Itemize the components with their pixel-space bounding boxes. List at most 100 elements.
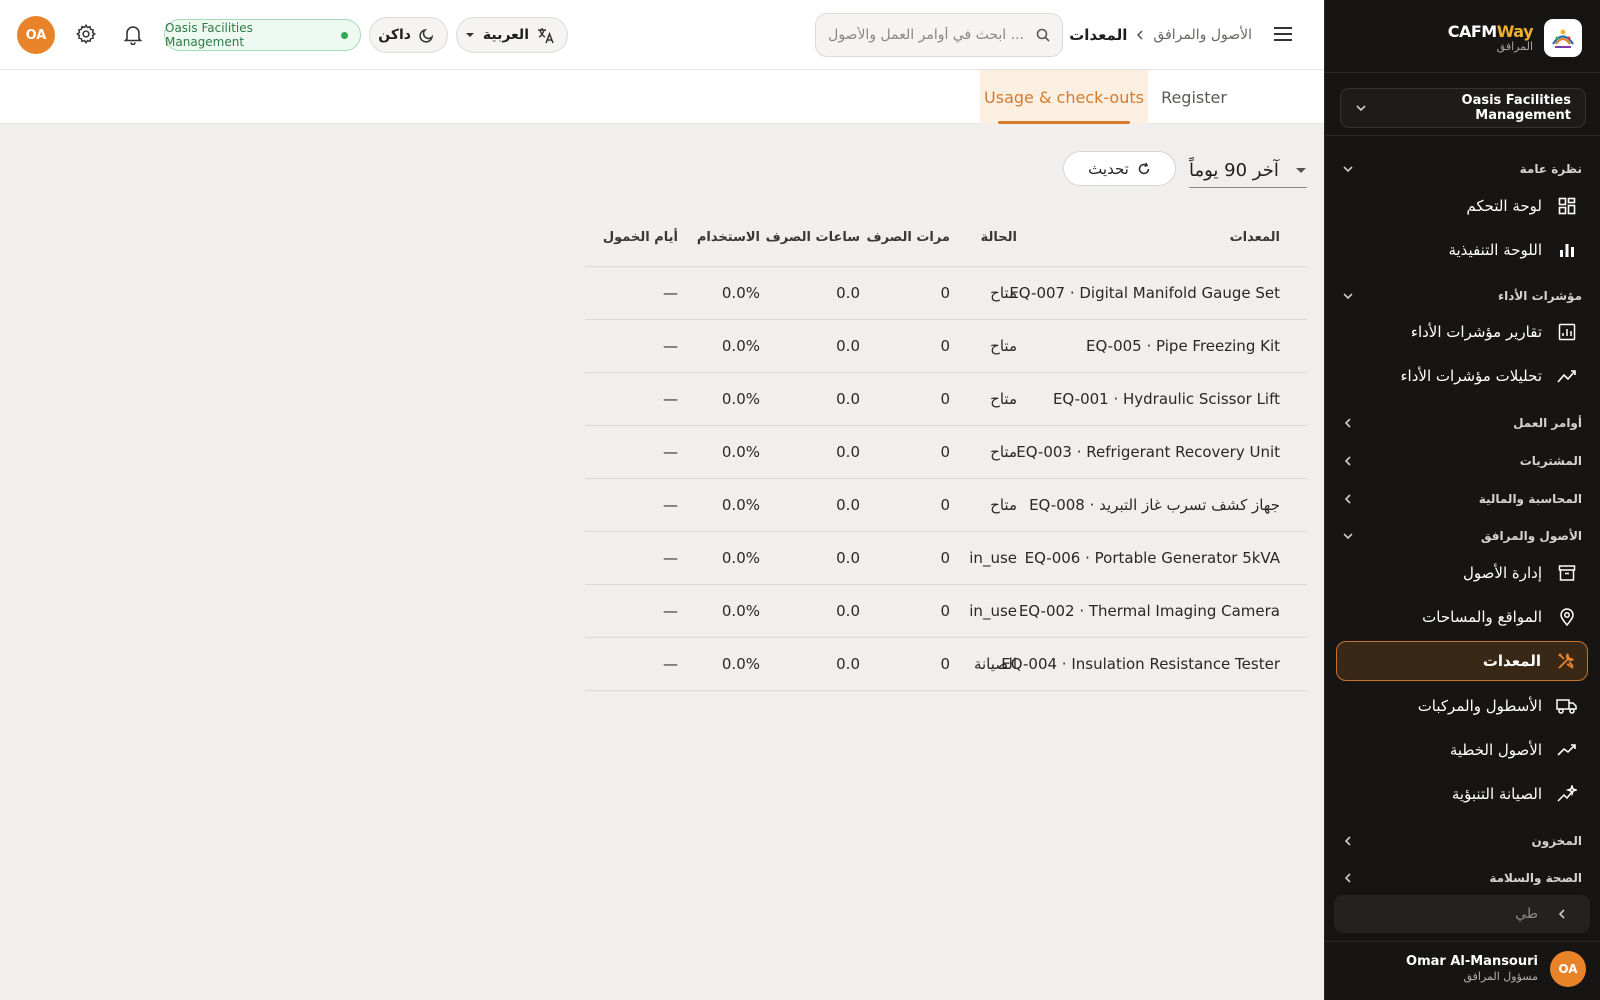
sidebar-section-assets[interactable]: الأصول والمرافق [1342, 524, 1582, 548]
trend-line-icon [1556, 739, 1578, 761]
cell-status: متاح [990, 337, 1017, 355]
cell-equipment: EQ-003 · Refrigerant Recovery Unit [1016, 443, 1280, 461]
avatar: OA [1550, 951, 1586, 987]
sidebar-section-finance[interactable]: المحاسبة والمالية [1342, 487, 1582, 511]
brand[interactable]: CAFMWay المرافق [1448, 19, 1582, 57]
cell-utilization: 0.0% [721, 655, 760, 673]
table-row[interactable]: EQ-003 · Refrigerant Recovery Unit متاح 0 0… [585, 426, 1307, 479]
period-select[interactable]: آخر 90 يوماً [1189, 154, 1307, 188]
user-profile[interactable]: OA Omar Al-Mansouri مسؤول المرافق [1406, 951, 1586, 987]
column-header-idle-days[interactable]: أيام الخمول [603, 208, 678, 266]
table-row[interactable]: EQ-005 · Pipe Freezing Kit متاح 0 0.0 0.0% — [585, 320, 1307, 373]
chevron-left-icon [1342, 493, 1354, 505]
chevron-left-icon [1342, 872, 1354, 884]
sidebar-divider [1324, 72, 1600, 73]
column-header-equipment[interactable]: المعدات [1230, 208, 1280, 266]
sidebar: CAFMWay المرافق Oasis Facilities Managem… [1324, 0, 1600, 1000]
sidebar-item-dashboard[interactable]: لوحة التحكم [1336, 186, 1588, 226]
cell-checkout-count: 0 [940, 496, 950, 514]
dashboard-icon [1556, 195, 1578, 217]
chevron-down-icon [1355, 102, 1367, 114]
cell-utilization: 0.0% [721, 390, 760, 408]
chevron-left-icon [1342, 455, 1354, 467]
cell-status: متاح [990, 443, 1017, 461]
report-chart-icon [1556, 321, 1578, 343]
bar-chart-icon [1556, 239, 1578, 261]
cell-idle-days: — [663, 337, 678, 355]
cell-checkout-count: 0 [940, 655, 950, 673]
chevron-left-icon [1556, 908, 1568, 920]
sidebar-item-kpi-reports[interactable]: تقارير مؤشرات الأداء [1336, 312, 1588, 352]
column-header-checkout-hours[interactable]: ساعات الصرف [766, 208, 860, 266]
table-row[interactable]: EQ-006 · Portable Generator 5kVA in_use 0 0… [585, 532, 1307, 585]
cell-status: الصيانة [973, 655, 1017, 673]
refresh-label: تحديث [1088, 159, 1129, 178]
cell-checkout-hours: 0.0 [836, 443, 860, 461]
org-select[interactable]: Oasis Facilities Management [1340, 88, 1586, 128]
tab-register[interactable]: Register [1148, 70, 1240, 124]
language-selector[interactable]: العربية [456, 17, 568, 53]
cell-utilization: 0.0% [721, 337, 760, 355]
chevron-down-icon [1342, 530, 1354, 542]
gear-icon[interactable] [75, 23, 99, 47]
sidebar-item-equipment[interactable]: المعدات [1336, 641, 1588, 681]
sidebar-item-kpi-analytics[interactable]: تحليلات مؤشرات الأداء [1336, 356, 1588, 396]
translate-icon [537, 26, 555, 44]
cell-checkout-count: 0 [940, 443, 950, 461]
user-role: مسؤول المرافق [1463, 970, 1538, 983]
avatar[interactable]: OA [17, 16, 55, 54]
cell-equipment: EQ-004 · Insulation Resistance Tester [1001, 655, 1280, 673]
menu-icon[interactable] [1272, 23, 1298, 47]
cell-idle-days: — [663, 284, 678, 302]
theme-label: داكن [378, 27, 411, 43]
sidebar-item-executive-dashboard[interactable]: اللوحة التنفيذية [1336, 230, 1588, 270]
table-row[interactable]: EQ-008 · جهاز كشف تسرب غاز التبريد متاح 0 0… [585, 479, 1307, 532]
sidebar-collapse-button[interactable]: طي [1334, 895, 1590, 933]
chevron-down-icon [1342, 290, 1354, 302]
location-pin-icon [1556, 606, 1578, 628]
cell-idle-days: — [663, 390, 678, 408]
refresh-button[interactable]: تحديث [1063, 151, 1176, 186]
cell-checkout-hours: 0.0 [836, 655, 860, 673]
sidebar-section-inventory[interactable]: المخزون [1342, 829, 1582, 853]
sidebar-section-work-orders[interactable]: أوامر العمل [1342, 411, 1582, 435]
table-row[interactable]: EQ-007 · Digital Manifold Gauge Set متاح 0… [585, 267, 1307, 320]
column-header-checkout-count[interactable]: مرات الصرف [866, 208, 950, 266]
cell-utilization: 0.0% [721, 443, 760, 461]
cell-checkout-count: 0 [940, 337, 950, 355]
table-row[interactable]: EQ-001 · Hydraulic Scissor Lift متاح 0 0.0 0… [585, 373, 1307, 426]
sidebar-item-locations[interactable]: المواقع والمساحات [1336, 597, 1588, 637]
chevron-left-icon [1342, 835, 1354, 847]
column-header-status[interactable]: الحالة [981, 208, 1017, 266]
cell-equipment: EQ-005 · Pipe Freezing Kit [1085, 337, 1280, 355]
brand-subtitle: المرافق [1496, 39, 1533, 53]
sidebar-section-overview[interactable]: نظرة عامة [1342, 157, 1582, 181]
search-input[interactable]: ابحث في أوامر العمل والأصول ... [815, 13, 1063, 57]
cell-equipment: EQ-001 · Hydraulic Scissor Lift [1052, 390, 1280, 408]
sidebar-item-linear-assets[interactable]: الأصول الخطية [1336, 730, 1588, 770]
sidebar-item-asset-management[interactable]: إدارة الأصول [1336, 553, 1588, 593]
bell-icon[interactable] [122, 23, 146, 47]
column-header-utilization[interactable]: الاستخدام [697, 208, 760, 266]
caret-down-icon [465, 32, 475, 38]
sidebar-collapse-label: طي [1515, 906, 1538, 922]
cell-idle-days: — [663, 655, 678, 673]
cell-equipment: EQ-002 · Thermal Imaging Camera [1018, 602, 1280, 620]
cell-checkout-hours: 0.0 [836, 390, 860, 408]
tab-usage-checkouts[interactable]: Usage & check-outs [980, 70, 1148, 124]
sidebar-item-fleet[interactable]: الأسطول والمركبات [1336, 686, 1588, 726]
theme-toggle[interactable]: داكن [369, 17, 448, 53]
tab-bar: Register Usage & check-outs [0, 70, 1324, 124]
cell-idle-days: — [663, 549, 678, 567]
cell-checkout-count: 0 [940, 284, 950, 302]
table-row[interactable]: EQ-004 · Insulation Resistance Tester الص… [585, 638, 1307, 691]
archive-icon [1556, 562, 1578, 584]
cell-checkout-hours: 0.0 [836, 496, 860, 514]
chevron-left-icon [1342, 417, 1354, 429]
sidebar-item-predictive-maintenance[interactable]: الصيانة التنبؤية [1336, 774, 1588, 814]
sidebar-section-procurement[interactable]: المشتريات [1342, 449, 1582, 473]
sidebar-section-hse[interactable]: الصحة والسلامة [1342, 866, 1582, 890]
sidebar-section-kpis[interactable]: مؤشرات الأداء [1342, 284, 1582, 308]
breadcrumb-parent[interactable]: الأصول والمرافق [1153, 27, 1252, 43]
table-row[interactable]: EQ-002 · Thermal Imaging Camera in_use 0 0.… [585, 585, 1307, 638]
